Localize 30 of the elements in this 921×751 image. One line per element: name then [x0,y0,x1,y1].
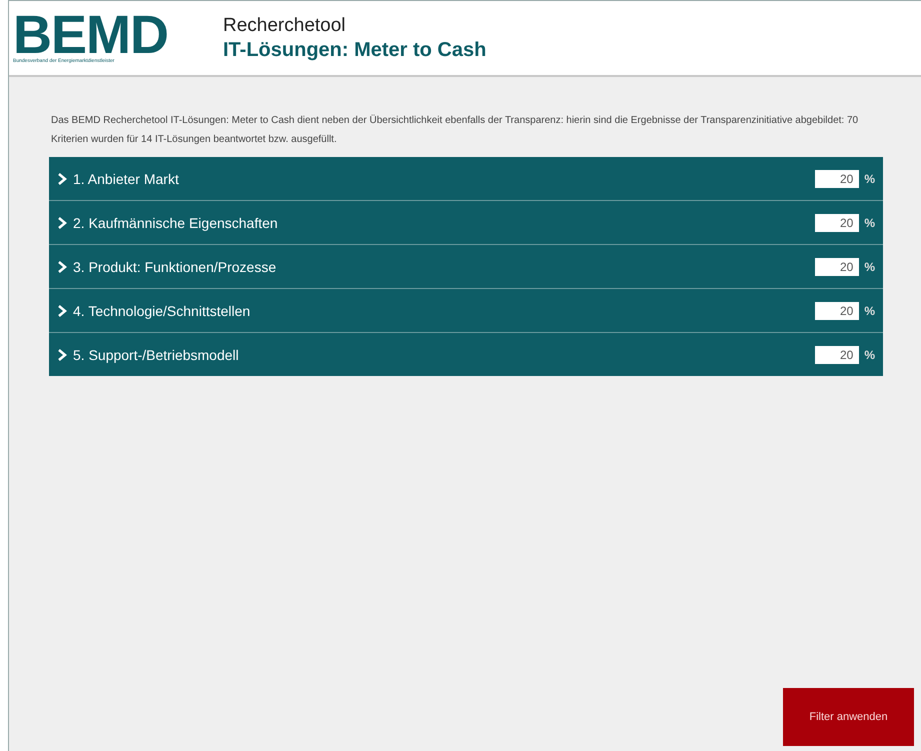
accordion-section[interactable]: 3. Produkt: Funktionen/Prozesse 20 % [49,245,883,288]
percent-label: % [864,348,875,362]
chevron-icon [57,216,67,228]
apply-filter-button[interactable]: Filter anwenden [783,688,914,746]
section-label: 4. Technologie/Schnittstellen [73,302,252,318]
accordion-section[interactable]: 2. Kaufmännische Eigenschaften 20 % [49,201,883,244]
section-label: 5. Support-/Betriebsmodell [73,346,240,362]
chevron-icon [57,172,67,184]
chevron-icon [57,260,67,272]
percent-label: % [864,216,875,230]
section-label: 2. Kaufmännische Eigenschaften [73,214,279,230]
chevron-icon [57,348,67,360]
weight-input[interactable]: 20 [815,346,860,364]
section-label: 1. Anbieter Markt [73,170,180,186]
page-title: Recherchetool [223,14,347,36]
weight-input[interactable]: 20 [815,214,860,232]
percent-label: % [864,304,875,318]
page-subtitle: IT-Lösungen: Meter to Cash [223,38,486,62]
weight-input[interactable]: 20 [815,258,860,276]
weight-input[interactable]: 20 [815,170,860,188]
logo: BEMD [13,12,169,58]
accordion-section[interactable]: 4. Technologie/Schnittstellen 20 % [49,289,883,332]
section-label: 3. Produkt: Funktionen/Prozesse [73,258,278,274]
chevron-icon [57,304,67,316]
accordion-section[interactable]: 1. Anbieter Markt 20 % [49,157,883,200]
percent-label: % [864,172,875,186]
weight-input[interactable]: 20 [815,302,860,320]
percent-label: % [864,260,875,274]
intro-text: Das BEMD Recherchetool IT-Lösungen: Meter to Cash dient neben der Übersichtlichkeit ebenfalls der Transparenz: hierin sind die Ergebnisse der Transparenzinitiative abgebildet: 70 Kriterien wurden für 14 IT-Lösungen beantwortet bzw. ausgefüllt. [51,114,860,147]
accordion-section[interactable]: 5. Support-/Betriebsmodell 20 % [49,333,883,376]
